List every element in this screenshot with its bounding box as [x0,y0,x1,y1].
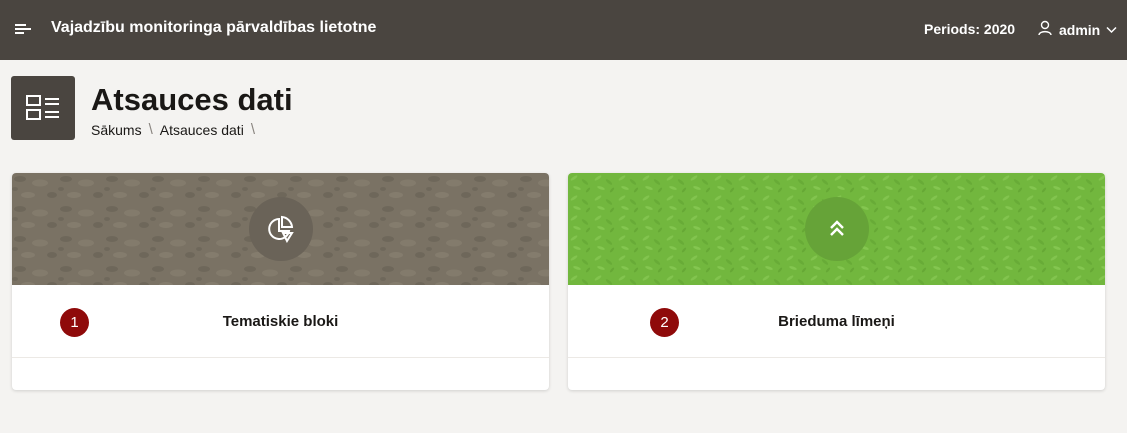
card-body: 1 Tematiskie bloki [12,285,549,358]
pie-chart-icon [249,197,313,261]
chevron-down-icon [1106,21,1117,39]
user-name: admin [1059,22,1101,38]
card-title[interactable]: Tematiskie bloki [12,313,549,330]
user-menu[interactable]: admin [1037,18,1117,42]
top-navigation-bar: Vajadzību monitoringa pārvaldības lietot… [0,0,1127,60]
double-chevron-up-icon [805,197,869,261]
card-tematiskie-bloki[interactable]: 1 Tematiskie bloki [12,173,549,390]
breadcrumb-separator: \ [148,121,153,138]
card-brieduma-limeni[interactable]: 2 Brieduma līmeņi [568,173,1105,390]
hamburger-icon[interactable] [12,19,34,39]
app-title[interactable]: Vajadzību monitoringa pārvaldības lietot… [51,19,376,37]
breadcrumb-home-link[interactable]: Sākums [91,122,142,138]
user-icon [1037,20,1053,41]
page-title: Atsauces dati [91,82,293,117]
card-banner [568,173,1105,285]
card-title[interactable]: Brieduma līmeņi [568,313,1105,330]
card-body: 2 Brieduma līmeņi [568,285,1105,358]
breadcrumb: Sākums \ Atsauces dati \ [91,121,262,138]
list-layout-icon [11,76,75,140]
breadcrumb-current: Atsauces dati [159,121,244,138]
breadcrumb-separator: \ [250,121,255,138]
period-label: Periods: 2020 [924,21,1016,37]
card-banner [12,173,549,285]
